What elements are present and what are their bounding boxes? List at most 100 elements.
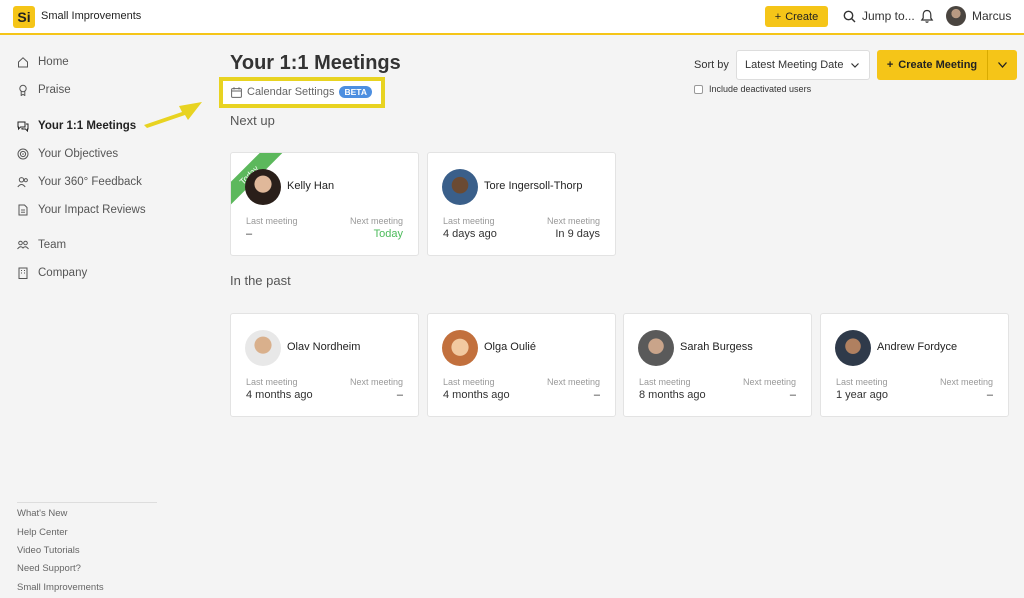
sort-label: Sort by [694, 59, 729, 71]
avatar [638, 330, 674, 366]
include-deactivated-toggle[interactable]: Include deactivated users [694, 84, 811, 94]
search-icon [843, 10, 856, 22]
sidebar-item-company[interactable]: Company [17, 267, 87, 279]
next-meeting-value: – [789, 389, 796, 401]
target-icon [17, 148, 29, 160]
person-name: Olga Oulié [484, 341, 536, 353]
link-whats-new[interactable]: What's New [17, 508, 67, 519]
user-name: Marcus [972, 9, 1012, 23]
meeting-card[interactable]: Olav Nordheim Last meeting Next meeting … [230, 313, 419, 417]
chat-icon [17, 121, 29, 132]
avatar [946, 6, 966, 26]
sidebar-item-label: Home [38, 56, 69, 68]
avatar [442, 330, 478, 366]
sort-select-value: Latest Meeting Date [745, 59, 844, 71]
top-bar: Si Small Improvements + Create Jump to..… [0, 0, 1024, 35]
link-need-support[interactable]: Need Support? [17, 563, 81, 574]
link-small-improvements[interactable]: Small Improvements [17, 582, 104, 593]
sidebar-item-home[interactable]: Home [17, 56, 69, 68]
app-logo[interactable]: Si [13, 6, 35, 28]
include-deactivated-label: Include deactivated users [709, 84, 812, 94]
plus-icon: + [886, 59, 894, 71]
person-name: Olav Nordheim [287, 341, 361, 353]
in-the-past-heading: In the past [230, 273, 291, 288]
meeting-card[interactable]: Sarah Burgess Last meeting Next meeting … [623, 313, 812, 417]
praise-icon [19, 84, 27, 96]
next-meeting-label: Next meeting [939, 377, 993, 387]
app-name[interactable]: Small Improvements [41, 10, 141, 22]
sidebar-item-360-feedback[interactable]: Your 360° Feedback [17, 176, 142, 188]
avatar [835, 330, 871, 366]
meeting-card[interactable]: Andrew Fordyce Last meeting Next meeting… [820, 313, 1009, 417]
create-meeting-button-group: + Create Meeting [877, 50, 1017, 80]
calendar-settings-label: Calendar Settings [247, 86, 335, 98]
annotation-arrow [144, 102, 202, 128]
person-name: Tore Ingersoll-Thorp [484, 180, 583, 192]
sidebar-item-team[interactable]: Team [17, 239, 66, 251]
create-meeting-dropdown[interactable] [988, 62, 1017, 68]
document-icon [18, 204, 28, 216]
avatar [442, 169, 478, 205]
next-meeting-label: Next meeting [742, 377, 796, 387]
meeting-card[interactable]: Today Kelly Han Last meeting Next meetin… [230, 152, 419, 256]
sidebar-item-label: Your 1:1 Meetings [38, 120, 137, 132]
last-meeting-label: Last meeting [246, 377, 298, 387]
last-meeting-value: 4 months ago [246, 389, 313, 401]
sidebar-item-objectives[interactable]: Your Objectives [17, 148, 118, 160]
link-help-center[interactable]: Help Center [17, 527, 68, 538]
person-name: Andrew Fordyce [877, 341, 958, 353]
page-title: Your 1:1 Meetings [230, 52, 401, 74]
next-meeting-label: Next meeting [349, 377, 403, 387]
sidebar-item-label: Your Impact Reviews [38, 204, 146, 216]
calendar-icon [231, 86, 242, 98]
sidebar-item-label: Company [38, 267, 88, 279]
include-deactivated-checkbox[interactable] [694, 84, 703, 94]
last-meeting-value: 1 year ago [836, 389, 888, 401]
last-meeting-label: Last meeting [443, 377, 495, 387]
link-video-tutorials[interactable]: Video Tutorials [17, 545, 80, 556]
sidebar-item-praise[interactable]: Praise [17, 84, 71, 96]
create-button[interactable]: + Create [765, 6, 828, 27]
next-meeting-value: – [396, 389, 403, 401]
sidebar-item-label: Your Objectives [38, 148, 119, 160]
building-icon [18, 267, 28, 279]
sidebar-divider [17, 502, 157, 503]
chevron-down-icon [851, 62, 860, 68]
next-meeting-label: Next meeting [546, 216, 600, 226]
person-name: Kelly Han [287, 180, 335, 192]
avatar [245, 169, 281, 205]
people-icon [17, 177, 28, 188]
meeting-card[interactable]: Olga Oulié Last meeting Next meeting 4 m… [427, 313, 616, 417]
sidebar-item-impact-reviews[interactable]: Your Impact Reviews [17, 204, 146, 216]
user-menu[interactable]: Marcus [946, 6, 1011, 26]
next-up-heading: Next up [230, 113, 275, 128]
chevron-down-icon [998, 62, 1007, 68]
create-meeting-button[interactable]: + Create Meeting [877, 59, 987, 71]
next-meeting-value: Today [373, 228, 403, 240]
beta-badge: BETA [339, 86, 372, 98]
last-meeting-value: 8 months ago [639, 389, 706, 401]
last-meeting-label: Last meeting [836, 377, 888, 387]
calendar-settings-link[interactable]: Calendar Settings BETA [231, 86, 372, 98]
next-meeting-label: Next meeting [546, 377, 600, 387]
next-meeting-value: – [593, 389, 600, 401]
home-icon [18, 57, 28, 68]
meeting-card[interactable]: Tore Ingersoll-Thorp Last meeting Next m… [427, 152, 616, 256]
last-meeting-value: 4 months ago [443, 389, 510, 401]
bell-icon[interactable] [920, 9, 934, 24]
last-meeting-label: Last meeting [443, 216, 495, 226]
last-meeting-value: – [246, 228, 253, 240]
next-meeting-value: – [986, 389, 993, 401]
team-icon [17, 240, 29, 250]
sort-select[interactable]: Latest Meeting Date [736, 50, 870, 80]
sidebar-item-meetings[interactable]: Your 1:1 Meetings [17, 120, 136, 132]
person-name: Sarah Burgess [680, 341, 753, 353]
jump-to-search[interactable]: Jump to... [843, 9, 915, 23]
sidebar-item-label: Praise [38, 84, 71, 96]
create-meeting-label: Create Meeting [898, 59, 978, 71]
next-meeting-value: In 9 days [555, 228, 600, 240]
last-meeting-label: Last meeting [639, 377, 691, 387]
last-meeting-label: Last meeting [246, 216, 298, 226]
sidebar-item-label: Team [38, 239, 67, 251]
sidebar-item-label: Your 360° Feedback [38, 176, 142, 188]
